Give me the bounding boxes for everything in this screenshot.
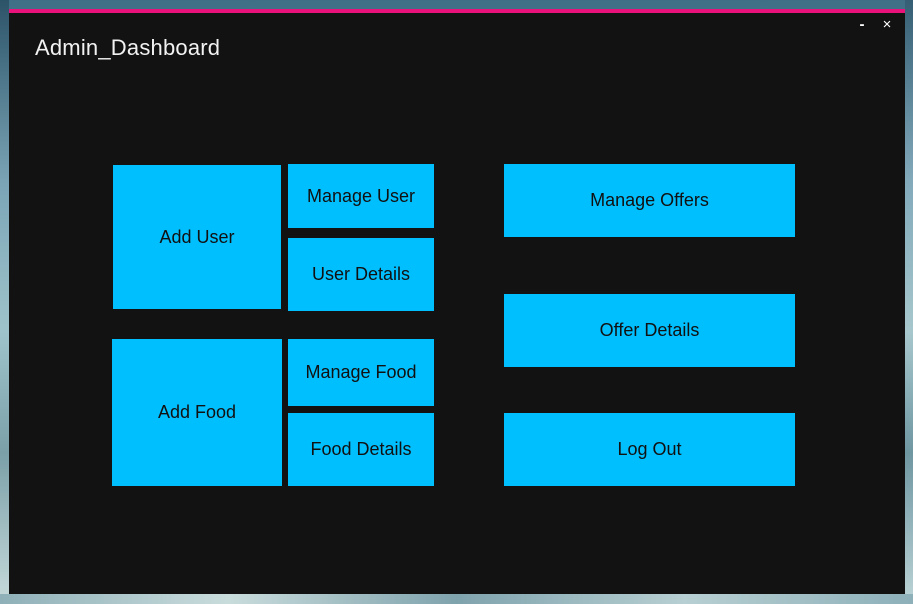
offer-details-button[interactable]: Offer Details [504,294,795,367]
offer-details-label: Offer Details [599,320,700,340]
manage-user-label: Manage User [306,185,416,206]
food-details-button[interactable]: Food Details [288,413,434,486]
window-title: Admin_Dashboard [35,35,221,60]
add-food-label: Add Food [157,402,237,422]
add-food-button[interactable]: Add Food [112,339,282,486]
add-user-label: Add User [159,226,235,247]
user-details-label: User Details [311,264,411,284]
manage-food-label: Manage Food [305,362,417,382]
user-details-button[interactable]: User Details [288,238,434,311]
manage-food-button[interactable]: Manage Food [288,339,434,406]
log-out-button[interactable]: Log Out [504,413,795,486]
add-user-button[interactable]: Add User [113,165,281,309]
desktop-background-bottom [0,594,913,604]
manage-offers-button[interactable]: Manage Offers [504,164,795,237]
manage-offers-label: Manage Offers [590,190,709,210]
desktop-background-right [905,0,913,604]
desktop-background-left [0,0,9,604]
minimize-icon[interactable]: - [854,17,870,33]
manage-user-button[interactable]: Manage User [288,164,434,228]
log-out-label: Log Out [617,439,682,459]
admin-dashboard-window: Admin_Dashboard - × Add User Manage User… [9,9,905,594]
close-icon[interactable]: × [879,17,895,33]
food-details-label: Food Details [310,439,412,459]
